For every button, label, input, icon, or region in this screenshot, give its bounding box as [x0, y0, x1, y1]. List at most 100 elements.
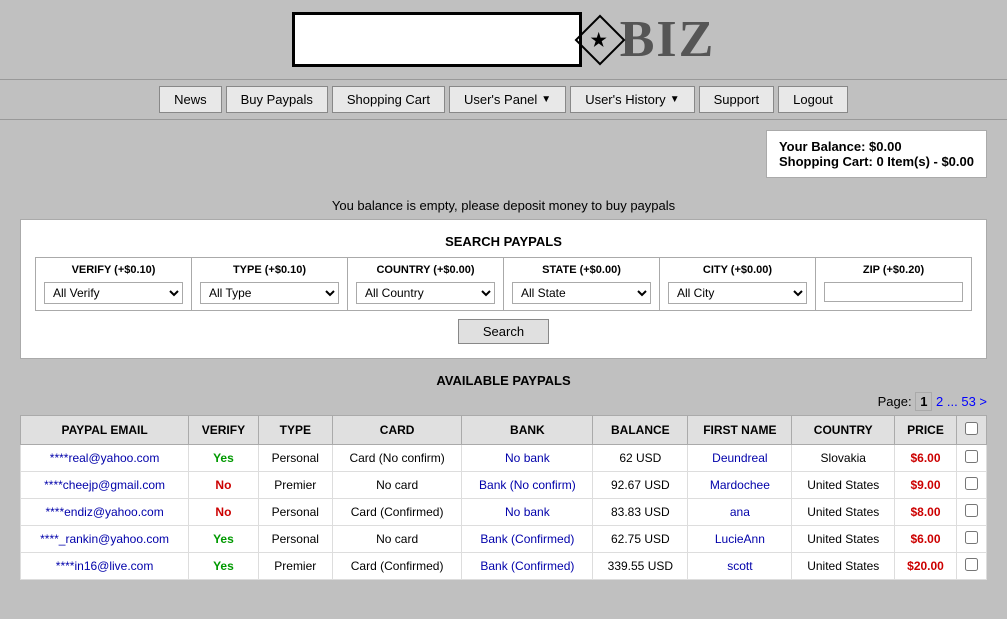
email-link[interactable]: ****cheejp@gmail.com: [44, 478, 165, 492]
filter-zip: ZIP (+$0.20): [816, 258, 971, 310]
search-button[interactable]: Search: [458, 319, 549, 344]
cell-checkbox[interactable]: [957, 499, 987, 526]
email-link[interactable]: ****endiz@yahoo.com: [45, 505, 163, 519]
pagination-prefix: Page:: [878, 394, 912, 409]
cell-bank: Bank (Confirmed): [462, 553, 593, 580]
filter-type-select[interactable]: All Type Personal Premier: [200, 282, 339, 304]
users-panel-dropdown-icon: ▼: [541, 94, 551, 105]
cell-email[interactable]: ****in16@live.com: [21, 553, 189, 580]
cell-country: United States: [792, 499, 895, 526]
col-balance: BALANCE: [593, 416, 688, 445]
logo-text: BIZ: [620, 10, 716, 69]
cell-firstname: Mardochee: [688, 472, 792, 499]
filter-city-select[interactable]: All City: [668, 282, 807, 304]
cell-verify: Yes: [189, 553, 259, 580]
cell-card: Card (Confirmed): [332, 499, 461, 526]
cell-bank: Bank (Confirmed): [462, 526, 593, 553]
cell-checkbox[interactable]: [957, 553, 987, 580]
star-icon: ★: [574, 14, 625, 65]
filter-type-label: TYPE (+$0.10): [200, 264, 339, 276]
cell-card: No card: [332, 526, 461, 553]
main-content: Your Balance: $0.00 Shopping Cart: 0 Ite…: [0, 120, 1007, 590]
row-checkbox[interactable]: [965, 558, 978, 571]
search-button-row: Search: [35, 319, 972, 344]
filter-state-select[interactable]: All State: [512, 282, 651, 304]
filter-verify: VERIFY (+$0.10) All Verify Yes No: [36, 258, 192, 310]
nav-logout[interactable]: Logout: [778, 86, 848, 113]
cell-firstname: scott: [688, 553, 792, 580]
select-all-checkbox[interactable]: [965, 422, 978, 435]
filter-state-label: STATE (+$0.00): [512, 264, 651, 276]
cell-price: $9.00: [895, 472, 957, 499]
table-row: ****_rankin@yahoo.com Yes Personal No ca…: [21, 526, 987, 553]
filter-zip-input[interactable]: [824, 282, 963, 302]
row-checkbox[interactable]: [965, 531, 978, 544]
cell-card: Card (Confirmed): [332, 553, 461, 580]
cell-balance: 92.67 USD: [593, 472, 688, 499]
results-table: PAYPAL EMAIL VERIFY TYPE CARD BANK BALAN…: [20, 415, 987, 580]
filter-type: TYPE (+$0.10) All Type Personal Premier: [192, 258, 348, 310]
pagination: Page: 1 2 ... 53 >: [20, 394, 987, 409]
nav-buy-paypals[interactable]: Buy Paypals: [226, 86, 328, 113]
cell-verify: Yes: [189, 445, 259, 472]
email-link[interactable]: ****in16@live.com: [56, 559, 154, 573]
cell-balance: 62.75 USD: [593, 526, 688, 553]
col-firstname: FIRST NAME: [688, 416, 792, 445]
cell-price: $20.00: [895, 553, 957, 580]
cell-email[interactable]: ****endiz@yahoo.com: [21, 499, 189, 526]
cell-bank: No bank: [462, 445, 593, 472]
cell-email[interactable]: ****cheejp@gmail.com: [21, 472, 189, 499]
cell-checkbox[interactable]: [957, 445, 987, 472]
cell-firstname: ana: [688, 499, 792, 526]
cell-type: Personal: [258, 445, 332, 472]
cell-card: Card (No confirm): [332, 445, 461, 472]
filter-country-select[interactable]: All Country United States Slovakia: [356, 282, 495, 304]
filter-state: STATE (+$0.00) All State: [504, 258, 660, 310]
filter-verify-select[interactable]: All Verify Yes No: [44, 282, 183, 304]
cell-firstname: LucieAnn: [688, 526, 792, 553]
col-verify: VERIFY: [189, 416, 259, 445]
filter-zip-label: ZIP (+$0.20): [824, 264, 963, 276]
email-link[interactable]: ****real@yahoo.com: [50, 451, 160, 465]
email-link[interactable]: ****_rankin@yahoo.com: [40, 532, 169, 546]
cell-verify: No: [189, 472, 259, 499]
available-title: AVAILABLE PAYPALS: [20, 373, 987, 388]
cell-checkbox[interactable]: [957, 472, 987, 499]
search-panel: SEARCH PAYPALS VERIFY (+$0.10) All Verif…: [20, 219, 987, 359]
cell-card: No card: [332, 472, 461, 499]
balance-line2: Shopping Cart: 0 Item(s) - $0.00: [779, 154, 974, 169]
cell-price: $6.00: [895, 445, 957, 472]
table-row: ****cheejp@gmail.com No Premier No card …: [21, 472, 987, 499]
nav-news[interactable]: News: [159, 86, 222, 113]
table-header-row: PAYPAL EMAIL VERIFY TYPE CARD BANK BALAN…: [21, 416, 987, 445]
cell-email[interactable]: ****real@yahoo.com: [21, 445, 189, 472]
cell-balance: 339.55 USD: [593, 553, 688, 580]
col-country: COUNTRY: [792, 416, 895, 445]
balance-box: Your Balance: $0.00 Shopping Cart: 0 Ite…: [766, 130, 987, 178]
cell-type: Personal: [258, 526, 332, 553]
col-email: PAYPAL EMAIL: [21, 416, 189, 445]
navigation: News Buy Paypals Shopping Cart User's Pa…: [0, 79, 1007, 120]
nav-support[interactable]: Support: [699, 86, 775, 113]
cell-country: United States: [792, 472, 895, 499]
pagination-current[interactable]: 1: [915, 392, 932, 411]
row-checkbox[interactable]: [965, 477, 978, 490]
cell-balance: 62 USD: [593, 445, 688, 472]
nav-shopping-cart[interactable]: Shopping Cart: [332, 86, 445, 113]
cell-verify: Yes: [189, 526, 259, 553]
cell-verify: No: [189, 499, 259, 526]
nav-users-panel[interactable]: User's Panel ▼: [449, 86, 566, 113]
header-search-input[interactable]: [292, 12, 582, 67]
filter-city-label: CITY (+$0.00): [668, 264, 807, 276]
table-row: ****in16@live.com Yes Premier Card (Conf…: [21, 553, 987, 580]
filter-verify-label: VERIFY (+$0.10): [44, 264, 183, 276]
col-type: TYPE: [258, 416, 332, 445]
cell-email[interactable]: ****_rankin@yahoo.com: [21, 526, 189, 553]
row-checkbox[interactable]: [965, 450, 978, 463]
col-select-all[interactable]: [957, 416, 987, 445]
search-filters: VERIFY (+$0.10) All Verify Yes No TYPE (…: [35, 257, 972, 311]
nav-users-history[interactable]: User's History ▼: [570, 86, 694, 113]
pagination-next-link[interactable]: 2 ... 53 >: [936, 394, 987, 409]
row-checkbox[interactable]: [965, 504, 978, 517]
cell-checkbox[interactable]: [957, 526, 987, 553]
